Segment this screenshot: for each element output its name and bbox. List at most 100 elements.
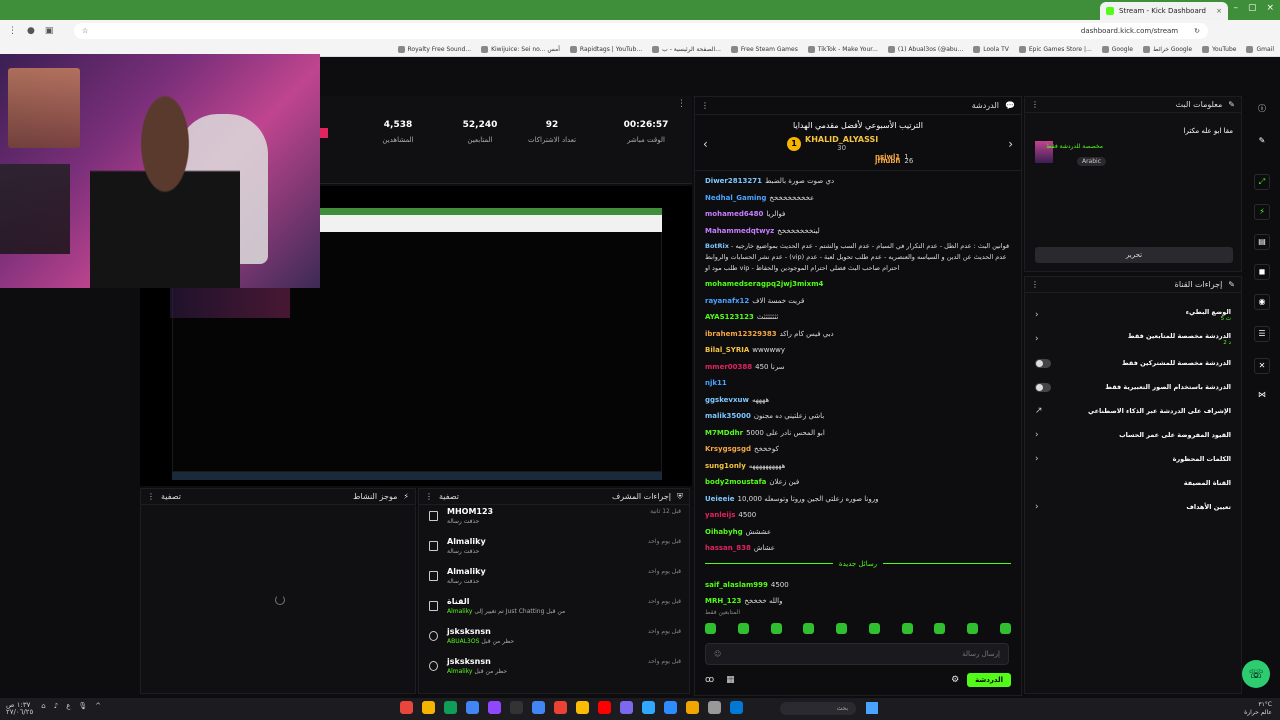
external-link-icon[interactable]: ↗ [1035,406,1043,416]
calendar-icon[interactable]: ▦ [726,675,735,685]
bookmark-item[interactable]: الصفحة الرئيسية - ب... [652,45,721,53]
profile-icon[interactable]: ● [27,26,35,36]
network-icon[interactable]: ⌂ [41,702,45,716]
mod-action-row[interactable]: Almaliky حذفت رسالة قبل يوم واحد [419,565,689,595]
chat-username[interactable]: sung1only [705,458,746,475]
chat-username[interactable]: M7MDdhr [705,425,743,442]
emote-icon[interactable] [901,623,913,634]
chevron-right-icon[interactable]: › [1008,137,1013,151]
bookmark-item[interactable]: TikTok - Make Your... [807,45,878,53]
windows-start-icon[interactable] [866,702,878,714]
chat-username[interactable]: MRH_123 [705,593,741,609]
chevron-up-icon[interactable]: ^ [95,702,101,716]
taskbar-app-icon[interactable] [422,701,435,714]
channel-action-row[interactable]: › الدردشة مخصصة للمتابعين فقط 2 د [1035,329,1231,349]
taskbar-search[interactable]: بحث [780,702,856,715]
bookmark-item[interactable]: Rapidtags | YouTub... [569,45,642,53]
emote-icon[interactable] [836,623,848,634]
bookmark-item[interactable]: (1) Abual3os (@abu... [887,45,963,53]
filter-button[interactable]: تصفية [439,492,459,501]
mod-action-row[interactable]: القناة Almaliky تم تغيير إلى Just Chattin… [419,595,689,625]
reload-icon[interactable]: ↻ [1194,27,1200,35]
mod-action-by[interactable]: Almaliky [447,608,472,615]
taskbar-app-icon[interactable] [466,701,479,714]
edit-button[interactable]: تحرير [1035,247,1233,263]
chat-input[interactable]: ☺ إرسال رسالة [705,643,1009,665]
taskbar-app-icon[interactable] [576,701,589,714]
more-icon[interactable]: ⋮ [1031,100,1039,109]
taskbar-app-icon[interactable] [642,701,655,714]
tab-kick-dashboard[interactable]: Stream - Kick Dashboard × [1100,2,1228,20]
channel-action-row[interactable]: › تعيين الأهداف [1035,497,1231,517]
mod-action-user[interactable]: Almaliky [447,537,681,546]
chat-username[interactable]: Krsygsgsgd [705,441,751,458]
chevron-right-icon[interactable]: › [1035,310,1039,320]
chat-username[interactable]: AYAS123123 [705,309,754,326]
chat-username[interactable]: Bilal_SYRIA [705,342,749,359]
chat-bubble-icon[interactable]: ◼ [1254,264,1270,280]
emote-icon[interactable] [803,623,815,634]
more-icon[interactable]: ⋮ [147,492,155,501]
filter-button[interactable]: تصفية [161,492,181,501]
layout-icon[interactable]: ☰ [1254,326,1270,342]
more-icon[interactable]: ⋮ [425,492,433,501]
weather-widget[interactable]: ٣١°C عالم حرارة [1244,701,1272,717]
chat-username[interactable]: saif_alaslam999 [705,577,768,593]
chat-username[interactable]: hassan_838 [705,540,751,557]
bookmark-item[interactable]: Free Steam Games [730,45,798,53]
info-icon[interactable]: ⓘ [1254,102,1270,118]
settings-icon[interactable]: ⚙ [951,675,959,685]
mod-action-by[interactable]: Almaliky [447,668,472,675]
share-icon[interactable]: ⋈ [1254,388,1270,404]
bookmark-item[interactable]: Google [1101,45,1133,53]
taskbar-app-icon[interactable] [620,701,633,714]
mod-action-row[interactable]: Almaliky حذفت رسالة قبل يوم واحد [419,535,689,565]
chat-username[interactable]: BotRix [705,242,729,250]
pencil-icon[interactable]: ✎ [1254,134,1270,150]
chevron-right-icon[interactable]: › [1035,454,1039,464]
taskbar-app-icon[interactable] [532,701,545,714]
chat-username[interactable]: Nedhal_Gaming [705,190,766,207]
channel-action-row[interactable]: › القيود المفروضة على عمر الحساب [1035,425,1231,445]
expand-icon[interactable]: ⤢ [1254,174,1270,190]
mod-action-user[interactable]: MHOM123 [447,507,681,516]
emote-icon[interactable] [705,623,716,634]
more-icon[interactable]: ⋮ [677,99,686,109]
stream-category[interactable]: مخصصة للدردشة فقط [1046,143,1103,150]
taskbar-app-icon[interactable] [598,701,611,714]
taskbar-app-icon[interactable] [510,701,523,714]
lightning-icon[interactable]: ⚡ [1254,204,1270,220]
chat-username[interactable]: ggskevxuw [705,392,749,409]
taskbar-app-icon[interactable] [554,701,567,714]
channel-action-row[interactable]: › الوضع البطيء 5 ث [1035,305,1231,325]
emote-icon[interactable] [967,623,979,634]
chat-username[interactable]: Ueieeie [705,491,734,508]
support-chat-icon[interactable]: ☏ [1242,660,1270,688]
broadcast-icon[interactable]: ◉ [1254,294,1270,310]
mic-icon[interactable]: 🎙 [78,702,87,716]
maximize-icon[interactable]: ▢ [1248,3,1257,13]
more-icon[interactable]: ⋮ [701,101,709,110]
bookmark-item[interactable]: خرائط Google [1142,45,1192,53]
menu-icon[interactable]: ⋮ [8,26,17,36]
chat-username[interactable]: Diwer2813271 [705,173,762,190]
chat-username[interactable]: Oihabyhg [705,524,743,541]
taskbar-app-icon[interactable] [686,701,699,714]
channel-action-row[interactable]: الدردشة باستخدام الصور التعبيرية فقط [1035,377,1231,397]
close-tab-icon[interactable]: × [1216,7,1222,15]
mod-action-user[interactable]: القناة [447,597,681,606]
chevron-right-icon[interactable]: › [1035,430,1039,440]
chat-username[interactable]: Mahammedqtwyz [705,223,774,240]
channel-action-row[interactable]: › الكلمات المحظورة [1035,449,1231,469]
chat-username[interactable]: rayanafx12 [705,293,749,310]
bookmark-item[interactable]: YouTube [1202,45,1236,53]
taskbar-app-icon[interactable] [664,701,677,714]
chat-username[interactable]: ibrahem12329383 [705,326,777,343]
channel-action-row[interactable]: القناة المضيفة [1035,473,1231,493]
bookmark-item[interactable]: Gmail [1246,45,1274,53]
people-icon[interactable]: ꝏ [705,675,714,685]
send-chat-button[interactable]: الدردشة [967,673,1011,687]
bookmark-item[interactable]: Epic Games Store |... [1018,45,1092,53]
chevron-right-icon[interactable]: › [1035,502,1039,512]
toggle-switch[interactable] [1035,382,1051,392]
